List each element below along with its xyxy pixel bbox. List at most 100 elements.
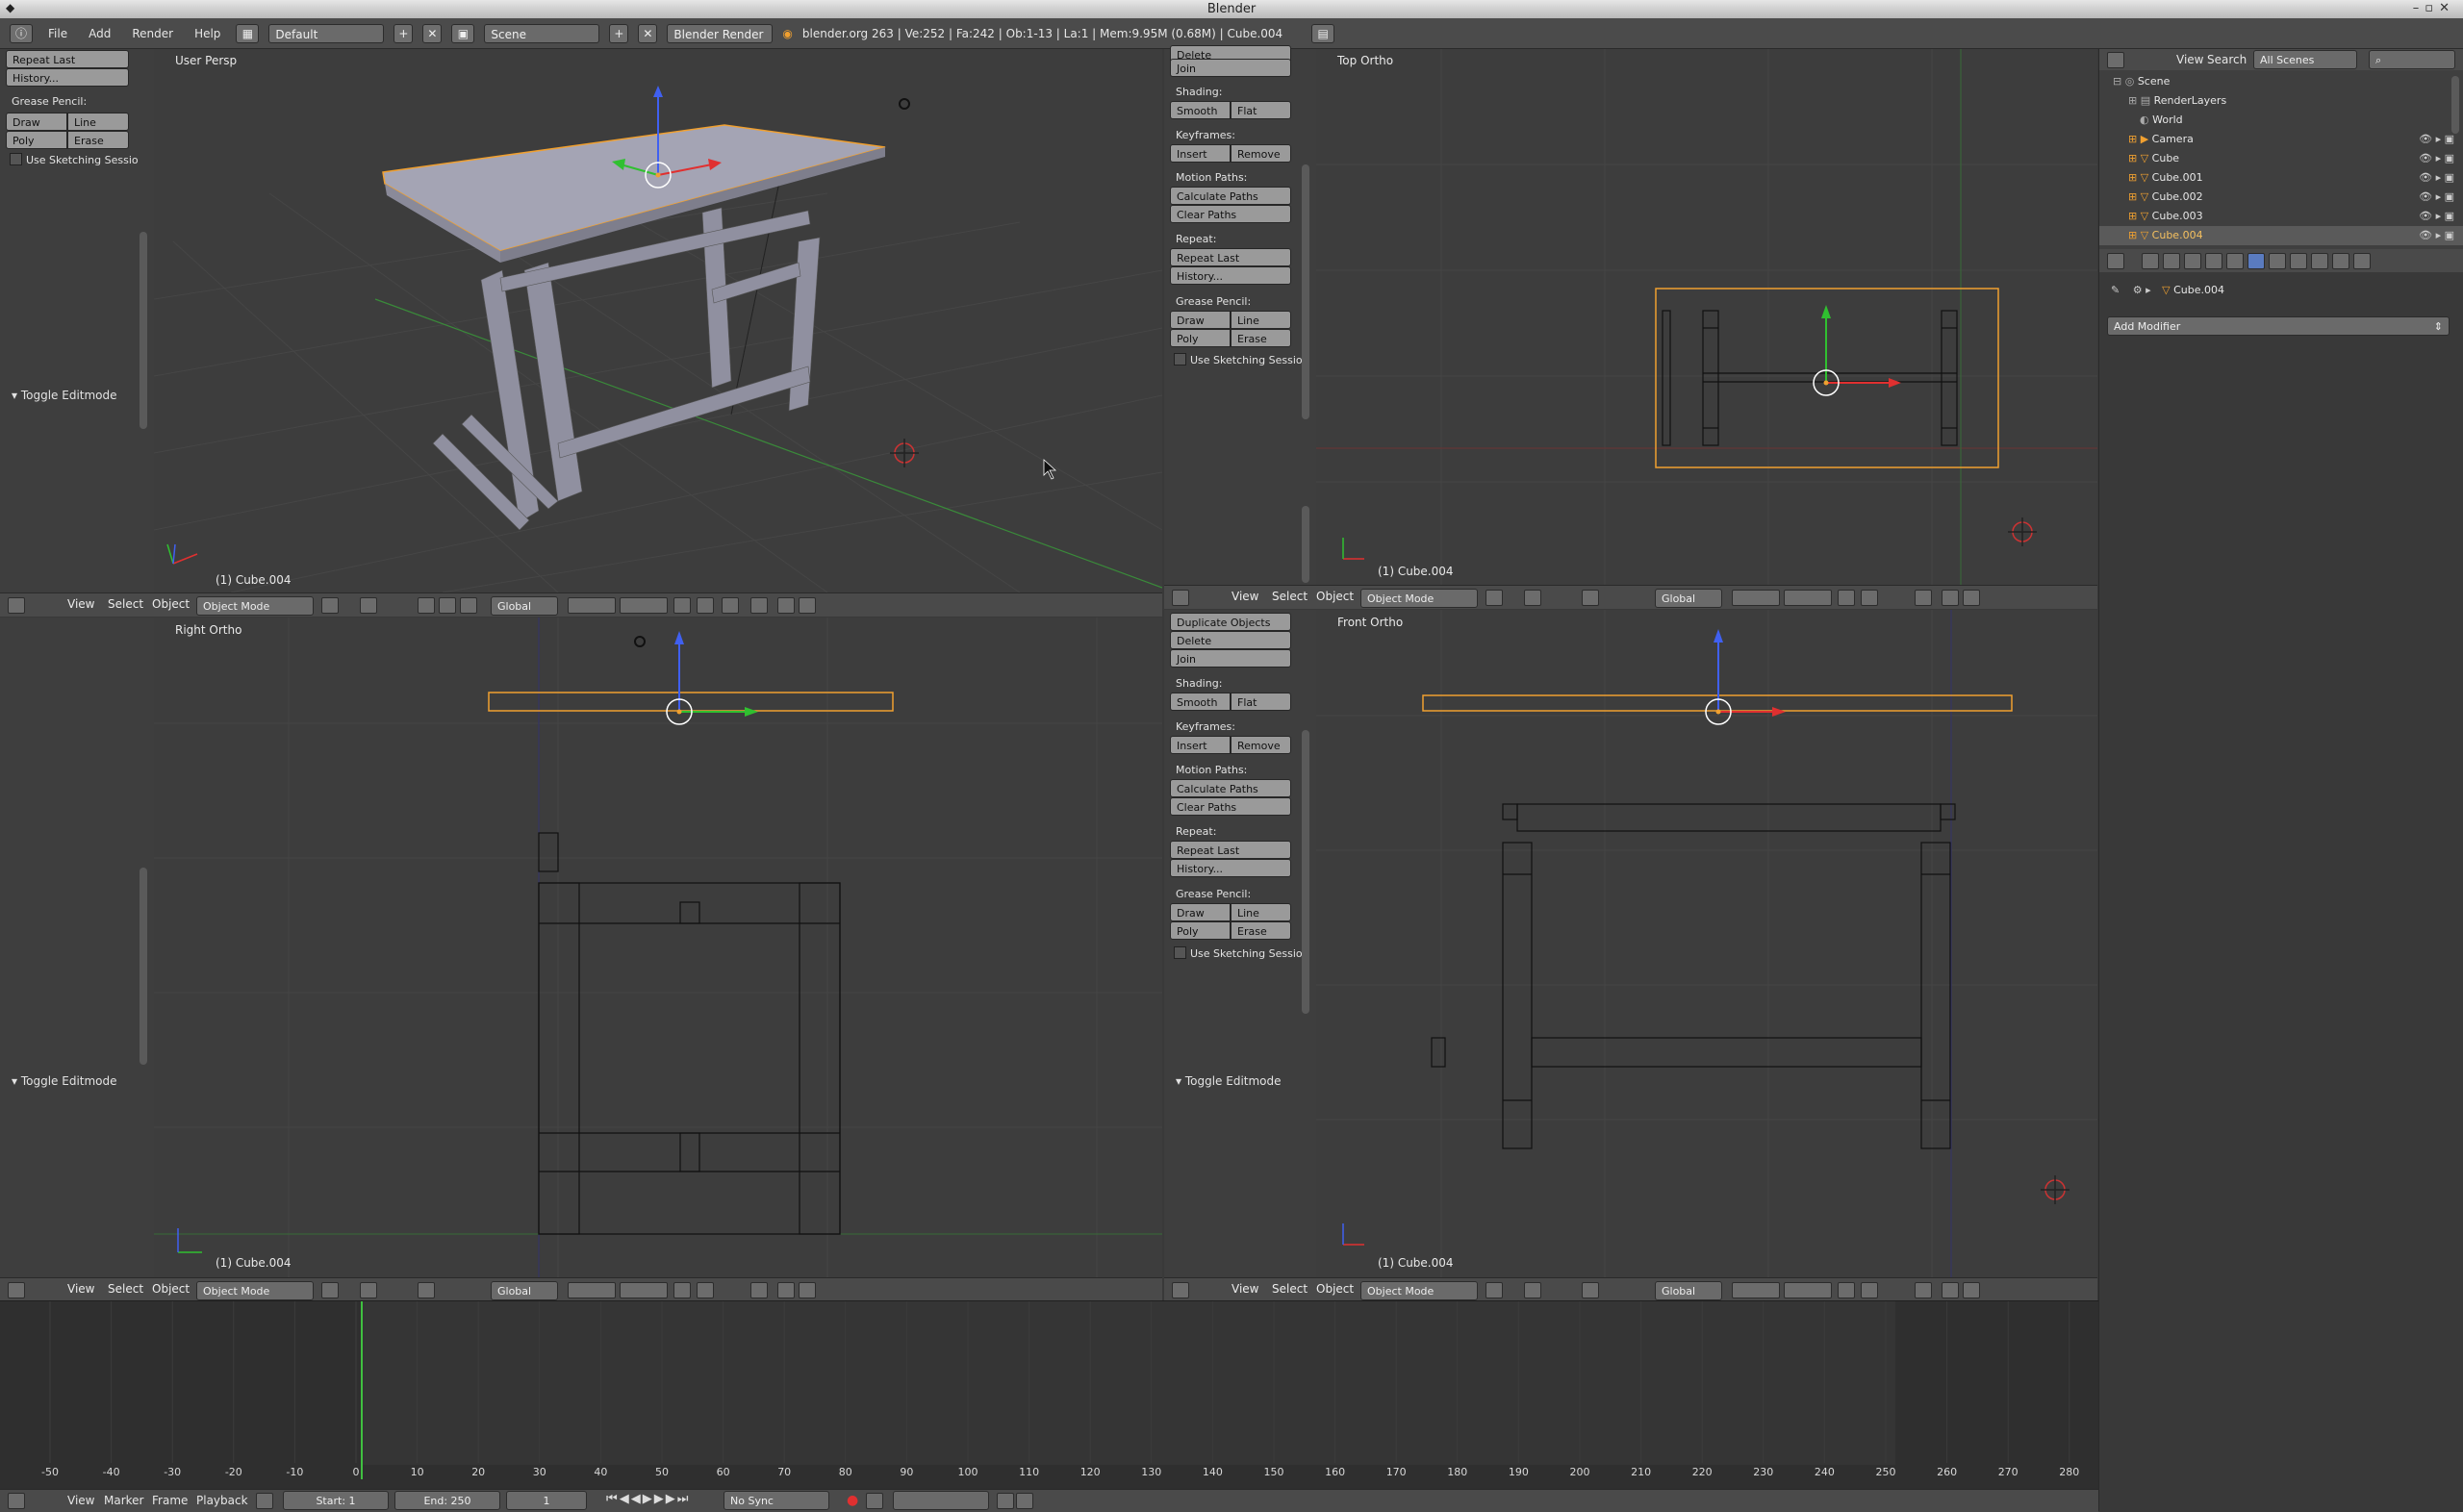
render-engine-select[interactable]: Blender Render xyxy=(667,23,774,43)
editor-type-icon[interactable] xyxy=(8,1493,25,1509)
tool-shelf-scrollbar[interactable] xyxy=(140,232,147,429)
toggle-editmode-panel[interactable]: ▾ Toggle Editmode xyxy=(1176,1074,1282,1088)
menu-file[interactable]: File xyxy=(42,27,73,40)
gp-poly-button[interactable]: Poly xyxy=(1170,921,1231,940)
menu-select[interactable]: Select xyxy=(1272,1282,1308,1296)
pivot-icon[interactable] xyxy=(1524,590,1541,606)
rotate-icon[interactable] xyxy=(460,597,477,614)
shading-icon[interactable] xyxy=(321,597,339,614)
menu-view[interactable]: View xyxy=(1232,1282,1258,1296)
outliner-item-world[interactable]: ◐ World xyxy=(2099,111,2463,130)
menu-help[interactable]: Help xyxy=(189,27,226,40)
timeline-editor[interactable]: -50 -40 -30 -20 -10 0 10 20 30 40 50 60 70 80 90 100 110… xyxy=(0,1300,2098,1490)
viewport-right-ortho[interactable]: Right Ortho (1) Cube.004 xyxy=(154,617,1162,1277)
layers2-icon[interactable] xyxy=(1784,590,1832,606)
modifiers-tab-icon[interactable] xyxy=(2247,253,2265,269)
manipulator-icon[interactable] xyxy=(1582,1282,1599,1298)
repeat-last-button[interactable]: Repeat Last xyxy=(1170,248,1291,266)
gp-erase-button[interactable]: Erase xyxy=(1231,921,1291,940)
snap-icon[interactable] xyxy=(750,1282,768,1298)
viewport-canvas-front[interactable] xyxy=(1316,610,2097,1277)
render-preview-icon[interactable] xyxy=(1942,1282,1959,1298)
calculate-paths-button[interactable]: Calculate Paths xyxy=(1170,779,1291,797)
gp-draw-button[interactable]: Draw xyxy=(1170,311,1231,329)
outliner-item-cube003[interactable]: ⊞ ▽ Cube.003 👁 ▸ ▣ xyxy=(2099,207,2463,226)
viewport-canvas-persp[interactable] xyxy=(154,49,1162,592)
scene-remove-icon[interactable]: ✕ xyxy=(638,23,658,43)
outliner-item-cube002[interactable]: ⊞ ▽ Cube.002 👁 ▸ ▣ xyxy=(2099,188,2463,207)
shading-icon[interactable] xyxy=(1485,1282,1503,1298)
tool-shelf-scrollbar[interactable] xyxy=(1302,730,1309,1014)
remove-keyframe-button[interactable]: Remove xyxy=(1231,736,1291,754)
layers2-icon[interactable] xyxy=(1784,1282,1832,1298)
outliner-view-menu[interactable]: View xyxy=(2176,53,2203,66)
toggle-editmode-panel[interactable]: ▾ Toggle Editmode xyxy=(12,389,117,402)
current-frame-field[interactable]: 1 xyxy=(506,1491,587,1510)
gp-erase-button[interactable]: Erase xyxy=(67,131,129,149)
viewport-top-ortho[interactable]: Top Ortho (1) Cube.004 xyxy=(1316,49,2097,585)
proportional-icon[interactable] xyxy=(697,597,714,614)
pin-icon[interactable]: ✎ xyxy=(2111,284,2120,296)
object-mode-select[interactable]: Object Mode xyxy=(1360,1281,1478,1300)
proportional-icon[interactable] xyxy=(697,1282,714,1298)
editor-type-icon[interactable] xyxy=(8,597,25,614)
gp-poly-button[interactable]: Poly xyxy=(1170,329,1231,347)
toggle-editmode-panel[interactable]: ▾ Toggle Editmode xyxy=(12,1074,117,1088)
manipulator-icon[interactable] xyxy=(418,1282,435,1298)
history-button[interactable]: History... xyxy=(6,68,129,87)
object-mode-select[interactable]: Object Mode xyxy=(1360,589,1478,608)
material-tab-icon[interactable] xyxy=(2290,253,2307,269)
insert-keyframe-button[interactable]: Insert xyxy=(1170,736,1231,754)
orientation-select[interactable]: Global xyxy=(491,596,558,616)
window-controls[interactable]: –▫✕ xyxy=(2413,1,2455,15)
world-tab-icon[interactable] xyxy=(2184,253,2201,269)
timeline-menu-marker[interactable]: Marker xyxy=(104,1494,143,1507)
scene-add-icon[interactable]: + xyxy=(609,23,629,43)
lock-icon[interactable] xyxy=(1838,590,1855,606)
duplicate-objects-button[interactable]: Duplicate Objects xyxy=(1170,613,1291,631)
viewport-front-ortho[interactable]: Front Ortho (1) Cube.004 xyxy=(1316,610,2097,1277)
proportional-icon[interactable] xyxy=(1861,1282,1878,1298)
editor-type-icon[interactable] xyxy=(1172,590,1189,606)
texture-tab-icon[interactable] xyxy=(2311,253,2328,269)
remove-keyframe-button[interactable]: Remove xyxy=(1231,144,1291,163)
flat-button[interactable]: Flat xyxy=(1231,101,1291,119)
render-preview-icon[interactable] xyxy=(1942,590,1959,606)
outliner-item-renderlayers[interactable]: ⊞ ▤ RenderLayers xyxy=(2099,91,2463,111)
object-tab-icon[interactable] xyxy=(2205,253,2222,269)
timeline-canvas[interactable] xyxy=(0,1301,2098,1490)
delete-button[interactable]: Delete xyxy=(1170,631,1291,649)
clear-paths-button[interactable]: Clear Paths xyxy=(1170,205,1291,223)
use-sketching-checkbox[interactable]: Use Sketching Sessio xyxy=(1174,353,1303,366)
keying-set-select[interactable] xyxy=(893,1491,989,1510)
layers-icon[interactable] xyxy=(1732,1282,1780,1298)
layers-icon[interactable] xyxy=(568,1282,616,1298)
camera-icon[interactable] xyxy=(1963,1282,1980,1298)
layers2-icon[interactable] xyxy=(620,597,668,614)
editor-type-icon[interactable] xyxy=(1172,1282,1189,1298)
flat-button[interactable]: Flat xyxy=(1231,693,1291,711)
pivot-icon[interactable] xyxy=(1524,1282,1541,1298)
tool-shelf-scrollbar-lower[interactable] xyxy=(1302,506,1309,583)
join-button[interactable]: Join xyxy=(1170,59,1291,77)
outliner-item-cube[interactable]: ⊞ ▽ Cube 👁 ▸ ▣ xyxy=(2099,149,2463,168)
manipulator-icon[interactable] xyxy=(418,597,435,614)
object-mode-select[interactable]: Object Mode xyxy=(196,1281,314,1300)
snap-icon[interactable] xyxy=(1915,1282,1932,1298)
timeline-menu-frame[interactable]: Frame xyxy=(152,1494,188,1507)
menu-add[interactable]: Add xyxy=(83,27,116,40)
physics-tab-icon[interactable] xyxy=(2353,253,2371,269)
snap-icon[interactable] xyxy=(1915,590,1932,606)
use-sketching-checkbox[interactable]: Use Sketching Sessio xyxy=(10,153,139,166)
shading-icon[interactable] xyxy=(321,1282,339,1298)
menu-view[interactable]: View xyxy=(1232,590,1258,603)
repeat-last-button[interactable]: Repeat Last xyxy=(6,50,129,68)
start-frame-field[interactable]: Start: 1 xyxy=(283,1491,389,1510)
outliner-search-menu[interactable]: Search xyxy=(2207,53,2247,66)
constraints-tab-icon[interactable] xyxy=(2226,253,2244,269)
render-tab-icon[interactable] xyxy=(2142,253,2159,269)
calculate-paths-button[interactable]: Calculate Paths xyxy=(1170,187,1291,205)
menu-view[interactable]: View xyxy=(67,597,94,611)
scene-tab-icon[interactable] xyxy=(2163,253,2180,269)
record-icon[interactable]: ● xyxy=(847,1493,858,1508)
